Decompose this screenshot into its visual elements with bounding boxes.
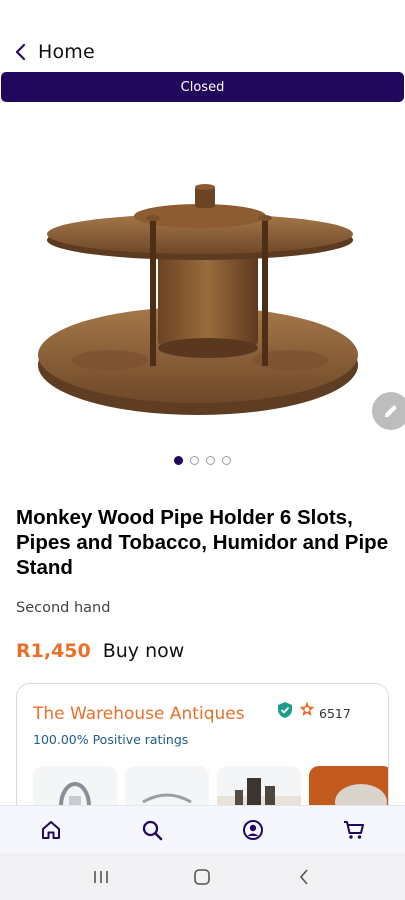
back-label: Home xyxy=(38,41,95,63)
search-icon xyxy=(142,820,163,840)
product-price: R1,450 xyxy=(16,640,91,662)
gallery-pagination xyxy=(0,456,405,465)
gallery-dot[interactable] xyxy=(222,456,231,465)
cart-icon xyxy=(344,820,365,839)
product-title: Monkey Wood Pipe Holder 6 Slots, Pipes a… xyxy=(16,506,389,579)
bottom-nav xyxy=(0,805,405,853)
chevron-left-icon xyxy=(15,43,26,61)
seller-name[interactable]: The Warehouse Antiques xyxy=(33,704,245,724)
buy-now-label[interactable]: Buy now xyxy=(103,640,185,662)
back-chevron-icon xyxy=(300,868,308,885)
recent-apps-button[interactable] xyxy=(81,857,121,897)
product-image xyxy=(38,184,358,415)
product-image-gallery[interactable] xyxy=(0,110,405,450)
home-system-button[interactable] xyxy=(182,857,222,897)
product-condition: Second hand xyxy=(16,600,111,616)
gallery-dot[interactable] xyxy=(190,456,199,465)
gallery-dot[interactable] xyxy=(174,456,183,465)
system-navigation-bar xyxy=(0,853,405,900)
edit-button[interactable] xyxy=(372,392,405,430)
home-icon xyxy=(41,820,60,839)
gallery-dot[interactable] xyxy=(206,456,215,465)
seller-rating-count: 6517 xyxy=(319,706,351,721)
nav-account[interactable] xyxy=(233,810,273,850)
seller-positive-ratings: 100.00% Positive ratings xyxy=(33,732,189,747)
star-badge-icon xyxy=(299,701,315,716)
back-system-button[interactable] xyxy=(284,857,324,897)
home-square-icon xyxy=(194,868,211,885)
top-bar: Home xyxy=(0,32,405,72)
nav-search[interactable] xyxy=(132,810,172,850)
pencil-icon xyxy=(385,405,397,417)
shield-check-icon xyxy=(278,702,292,718)
nav-home[interactable] xyxy=(31,810,71,850)
back-button[interactable]: Home xyxy=(0,32,95,72)
recent-apps-icon xyxy=(94,870,108,883)
nav-cart[interactable] xyxy=(334,810,374,850)
user-icon xyxy=(243,819,264,840)
closed-status-banner: Closed xyxy=(1,72,404,102)
price-row: R1,450 Buy now xyxy=(16,640,184,662)
